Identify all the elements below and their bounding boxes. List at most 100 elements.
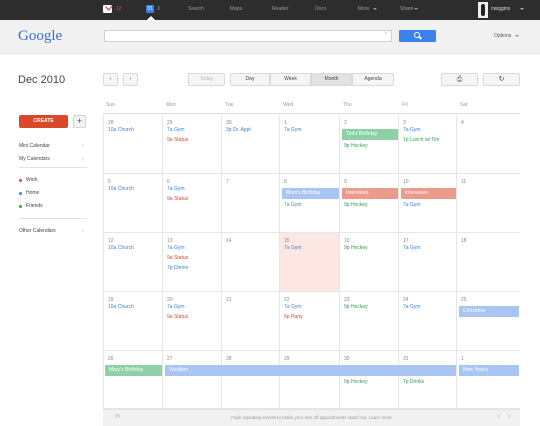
- event-item[interactable]: 9p Hockey: [344, 202, 368, 208]
- event-item[interactable]: 9p Hockey: [344, 143, 368, 149]
- event-item[interactable]: 7a Gym: [167, 127, 185, 133]
- day-cell[interactable]: 13 7a Gym 9a Status 7p Dinner: [163, 233, 222, 292]
- day-cell[interactable]: 30 3p Dr. Appt: [222, 115, 280, 174]
- day-cell[interactable]: 6 7a Gym 9a Status: [163, 174, 222, 233]
- all-day-event[interactable]: Vacation: [165, 365, 456, 376]
- tab-month[interactable]: Month: [311, 73, 352, 86]
- day-cell[interactable]: 12 10a Church: [103, 233, 163, 292]
- avatar[interactable]: [478, 2, 488, 18]
- nav-share[interactable]: Share: [400, 6, 413, 12]
- day-cell[interactable]: 3 7a Gym 1p Lunch w/ Tim: [399, 115, 457, 174]
- day-cell[interactable]: 8 7a Gym: [280, 174, 340, 233]
- day-cell[interactable]: 14: [222, 233, 280, 292]
- day-cell[interactable]: 7: [222, 174, 280, 233]
- event-item[interactable]: 10a Church: [108, 186, 134, 192]
- search-input[interactable]: [104, 30, 392, 42]
- event-item[interactable]: 7p Drinks: [403, 379, 424, 385]
- day-cell[interactable]: 15 7a Gym: [280, 233, 340, 292]
- event-item[interactable]: 7a Gym: [284, 245, 302, 251]
- day-cell[interactable]: 21: [222, 292, 280, 351]
- tip-next-button[interactable]: ›: [508, 414, 510, 420]
- options-menu[interactable]: Options: [494, 33, 511, 39]
- event-item[interactable]: 3p Dr. Appt: [226, 127, 251, 133]
- event-item[interactable]: 9a Status: [167, 314, 188, 320]
- nav-search[interactable]: Search: [188, 6, 204, 12]
- event-item[interactable]: 7p Dinner: [167, 265, 189, 271]
- quick-add-button[interactable]: +: [73, 115, 86, 128]
- event-item[interactable]: 7a Gym: [284, 304, 302, 310]
- day-cell[interactable]: 19 10a Church: [103, 292, 163, 351]
- day-cell[interactable]: 9 9p Hockey: [340, 174, 399, 233]
- all-day-event[interactable]: Mary's Birthday: [105, 365, 162, 376]
- calendar-item-friends[interactable]: Friends: [26, 203, 43, 209]
- mini-calendar-toggle[interactable]: Mini Calendar: [19, 143, 50, 149]
- event-item[interactable]: 7a Gym: [403, 245, 421, 251]
- all-day-event[interactable]: Interviews: [342, 188, 398, 199]
- day-cell[interactable]: 20 7a Gym 9a Status: [163, 292, 222, 351]
- search-button[interactable]: [399, 30, 436, 42]
- day-cell[interactable]: 26: [103, 351, 163, 409]
- nav-docs[interactable]: Docs: [315, 6, 326, 12]
- create-button[interactable]: CREATE: [19, 115, 68, 128]
- event-item[interactable]: 7a Gym: [403, 304, 421, 310]
- event-item[interactable]: 9p Hockey: [344, 304, 368, 310]
- prev-button[interactable]: ‹: [103, 73, 118, 86]
- refresh-button[interactable]: ↻: [483, 73, 520, 86]
- day-cell[interactable]: 27: [163, 351, 222, 409]
- day-cell[interactable]: 29 7a Gym 9a Status: [163, 115, 222, 174]
- event-item[interactable]: 6p Party: [284, 314, 303, 320]
- day-cell[interactable]: 1: [457, 351, 520, 409]
- other-calendars-toggle[interactable]: Other Calendars: [19, 228, 56, 234]
- all-day-event[interactable]: Interviews: [401, 188, 456, 199]
- calendar-icon[interactable]: 31: [146, 5, 154, 13]
- day-cell[interactable]: 25: [457, 292, 520, 351]
- username[interactable]: cwiggins: [491, 6, 510, 12]
- day-cell[interactable]: 10 7a Gym: [399, 174, 457, 233]
- my-calendars-toggle[interactable]: My Calendars: [19, 156, 50, 162]
- event-item[interactable]: 7a Gym: [167, 304, 185, 310]
- nav-maps[interactable]: Maps: [230, 6, 242, 12]
- tab-agenda[interactable]: Agenda: [352, 73, 394, 86]
- google-logo[interactable]: Google: [18, 28, 62, 45]
- event-item[interactable]: 7a Gym: [284, 202, 302, 208]
- all-day-event[interactable]: New Year's: [459, 365, 519, 376]
- event-item[interactable]: 9a Status: [167, 137, 188, 143]
- event-item[interactable]: 7a Gym: [403, 127, 421, 133]
- day-cell[interactable]: 11: [457, 174, 520, 233]
- day-cell[interactable]: 28: [222, 351, 280, 409]
- day-cell[interactable]: 23 9p Hockey: [340, 292, 399, 351]
- event-item[interactable]: 9a Status: [167, 255, 188, 261]
- event-item[interactable]: 7a Gym: [403, 202, 421, 208]
- tab-week[interactable]: Week: [270, 73, 311, 86]
- all-day-event[interactable]: Christmas: [459, 306, 519, 317]
- all-day-event[interactable]: Mom's Birthday: [282, 188, 339, 199]
- event-item[interactable]: 7a Gym: [167, 186, 185, 192]
- event-item[interactable]: 1p Lunch w/ Tim: [403, 137, 439, 143]
- nav-reader[interactable]: Reader: [272, 6, 288, 12]
- event-item[interactable]: 9p Hockey: [344, 245, 368, 251]
- event-item[interactable]: 10a Church: [108, 245, 134, 251]
- calendar-item-home[interactable]: Home: [26, 190, 39, 196]
- tip-prev-button[interactable]: ‹: [498, 414, 500, 420]
- gmail-icon[interactable]: [103, 5, 112, 13]
- day-cell[interactable]: 17 7a Gym: [399, 233, 457, 292]
- today-button[interactable]: Today: [188, 73, 225, 86]
- day-cell[interactable]: 5 10a Church: [103, 174, 163, 233]
- event-item[interactable]: 7a Gym: [167, 245, 185, 251]
- day-cell[interactable]: 16 9p Hockey: [340, 233, 399, 292]
- day-cell[interactable]: 4: [457, 115, 520, 174]
- nav-more[interactable]: More: [358, 6, 369, 12]
- day-cell[interactable]: 1 7a Gym: [280, 115, 340, 174]
- event-item[interactable]: 10a Church: [108, 127, 134, 133]
- day-cell[interactable]: 2 9p Hockey: [340, 115, 399, 174]
- event-item[interactable]: 9p Hockey: [344, 379, 368, 385]
- tab-day[interactable]: Day: [230, 73, 270, 86]
- calendar-item-work[interactable]: Work: [26, 177, 38, 183]
- event-item[interactable]: 10a Church: [108, 304, 134, 310]
- day-cell[interactable]: 22 7a Gym 6p Party: [280, 292, 340, 351]
- clear-search-icon[interactable]: ×: [384, 31, 388, 37]
- day-cell[interactable]: 24 7a Gym: [399, 292, 457, 351]
- day-cell[interactable]: 30 9p Hockey: [340, 351, 399, 409]
- print-button[interactable]: ⎙: [441, 73, 478, 86]
- day-cell[interactable]: 18: [457, 233, 520, 292]
